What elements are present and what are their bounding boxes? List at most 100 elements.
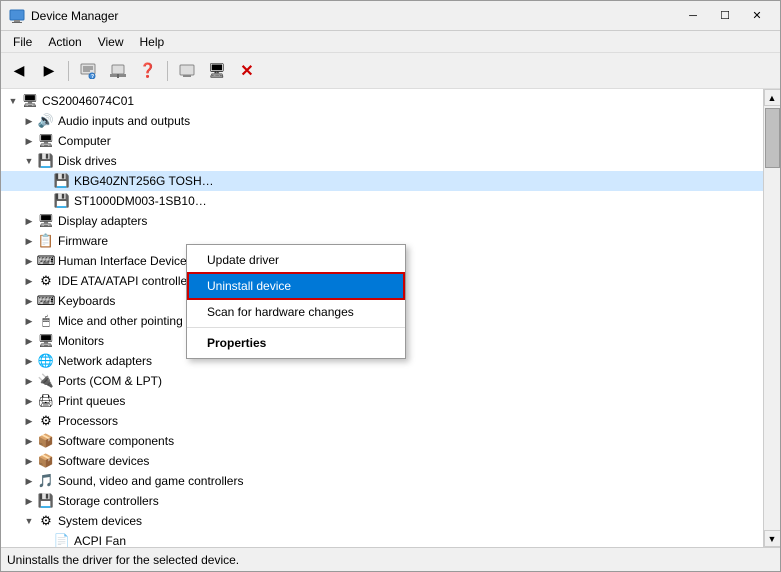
toolbar-sep-2 — [167, 61, 168, 81]
expand-softdev[interactable]: ▶ — [21, 453, 37, 469]
root-icon: 🖥 — [21, 92, 39, 110]
title-bar: Device Manager ─ ☐ ✕ — [1, 1, 780, 31]
tree-item-display[interactable]: ▶ 🖥 Display adapters — [1, 211, 763, 231]
toolbar-scan[interactable] — [173, 57, 201, 85]
tree-item-storage[interactable]: ▶ 💾 Storage controllers — [1, 491, 763, 511]
minimize-button[interactable]: ─ — [678, 6, 708, 26]
expand-mice[interactable]: ▶ — [21, 313, 37, 329]
expand-ide[interactable]: ▶ — [21, 273, 37, 289]
scroll-up[interactable]: ▲ — [764, 89, 781, 106]
display-label: Display adapters — [58, 214, 147, 228]
toolbar-forward[interactable]: ▶ — [35, 57, 63, 85]
context-menu: Update driver Uninstall device Scan for … — [186, 244, 406, 359]
expand-system[interactable]: ▼ — [21, 513, 37, 529]
softdev-icon: 📦 — [37, 452, 55, 470]
audio-icon: 🔊 — [37, 112, 55, 130]
network-icon: 🌐 — [37, 352, 55, 370]
maximize-button[interactable]: ☐ — [710, 6, 740, 26]
tree-item-softdev[interactable]: ▶ 📦 Software devices — [1, 451, 763, 471]
scroll-thumb[interactable] — [765, 108, 780, 168]
toolbar-device[interactable]: 🖥 — [203, 57, 231, 85]
root-label: CS20046074C01 — [42, 94, 134, 108]
tree-item-disk2[interactable]: ▶ 💾 ST1000DM003-1SB10… — [1, 191, 763, 211]
expand-computer[interactable]: ▶ — [21, 133, 37, 149]
tree-item-proc[interactable]: ▶ ⚙ Processors — [1, 411, 763, 431]
system-label: System devices — [58, 514, 142, 528]
expand-print[interactable]: ▶ — [21, 393, 37, 409]
ctx-scan[interactable]: Scan for hardware changes — [187, 300, 405, 324]
monitors-icon: 🖥 — [37, 332, 55, 350]
expand-root[interactable]: ▼ — [5, 93, 21, 109]
expand-storage[interactable]: ▶ — [21, 493, 37, 509]
softdev-label: Software devices — [58, 454, 149, 468]
toolbar-back[interactable]: ◀ — [5, 57, 33, 85]
tree-item-sound[interactable]: ▶ 🎵 Sound, video and game controllers — [1, 471, 763, 491]
disk-label: Disk drives — [58, 154, 117, 168]
tree-item-disk1[interactable]: ▶ 💾 KBG40ZNT256G TOSH… — [1, 171, 763, 191]
window-title: Device Manager — [31, 9, 678, 23]
expand-hid[interactable]: ▶ — [21, 253, 37, 269]
tree-item-computer[interactable]: ▶ 🖥 Computer — [1, 131, 763, 151]
monitors-label: Monitors — [58, 334, 104, 348]
keyboard-label: Keyboards — [58, 294, 115, 308]
expand-firmware[interactable]: ▶ — [21, 233, 37, 249]
softcomp-icon: 📦 — [37, 432, 55, 450]
acpi1-label: ACPI Fan — [74, 534, 126, 547]
menu-help[interactable]: Help — [132, 33, 173, 51]
proc-icon: ⚙ — [37, 412, 55, 430]
expand-ports[interactable]: ▶ — [21, 373, 37, 389]
scroll-down[interactable]: ▼ — [764, 530, 781, 547]
toolbar-properties[interactable]: ? — [74, 57, 102, 85]
tree-item-system[interactable]: ▼ ⚙ System devices — [1, 511, 763, 531]
expand-network[interactable]: ▶ — [21, 353, 37, 369]
expand-acpi1: ▶ — [37, 533, 53, 547]
ctx-update[interactable]: Update driver — [187, 248, 405, 272]
sound-label: Sound, video and game controllers — [58, 474, 243, 488]
menu-action[interactable]: Action — [40, 33, 89, 51]
toolbar-update[interactable] — [104, 57, 132, 85]
toolbar-delete[interactable]: ✕ — [233, 57, 261, 85]
network-label: Network adapters — [58, 354, 152, 368]
expand-audio[interactable]: ▶ — [21, 113, 37, 129]
tree-item-print[interactable]: ▶ 🖨 Print queues — [1, 391, 763, 411]
expand-sound[interactable]: ▶ — [21, 473, 37, 489]
keyboard-icon: ⌨ — [37, 292, 55, 310]
expand-disk[interactable]: ▼ — [21, 153, 37, 169]
ports-icon: 🔌 — [37, 372, 55, 390]
toolbar-help[interactable]: ❓ — [134, 57, 162, 85]
close-button[interactable]: ✕ — [742, 6, 772, 26]
disk2-icon: 💾 — [53, 192, 71, 210]
main-area: ▼ 🖥 CS20046074C01 ▶ 🔊 Audio inputs and o… — [1, 89, 780, 547]
tree-item-acpi1[interactable]: ▶ 📄 ACPI Fan — [1, 531, 763, 547]
expand-proc[interactable]: ▶ — [21, 413, 37, 429]
proc-label: Processors — [58, 414, 118, 428]
ctx-properties[interactable]: Properties — [187, 331, 405, 355]
tree-item-audio[interactable]: ▶ 🔊 Audio inputs and outputs — [1, 111, 763, 131]
print-label: Print queues — [58, 394, 125, 408]
expand-disk2: ▶ — [37, 193, 53, 209]
print-icon: 🖨 — [37, 392, 55, 410]
status-text: Uninstalls the driver for the selected d… — [7, 553, 239, 567]
firmware-icon: 📋 — [37, 232, 55, 250]
tree-item-disk[interactable]: ▼ 💾 Disk drives — [1, 151, 763, 171]
expand-softcomp[interactable]: ▶ — [21, 433, 37, 449]
storage-icon: 💾 — [37, 492, 55, 510]
ctx-uninstall[interactable]: Uninstall device — [187, 272, 405, 300]
hid-label: Human Interface Device — [58, 254, 187, 268]
display-icon: 🖥 — [37, 212, 55, 230]
menu-view[interactable]: View — [90, 33, 132, 51]
expand-display[interactable]: ▶ — [21, 213, 37, 229]
mice-icon: 🖱 — [37, 312, 55, 330]
expand-keyboard[interactable]: ▶ — [21, 293, 37, 309]
hid-icon: ⌨ — [37, 252, 55, 270]
computer-label: Computer — [58, 134, 111, 148]
storage-label: Storage controllers — [58, 494, 159, 508]
expand-disk1: ▶ — [37, 173, 53, 189]
expand-monitors[interactable]: ▶ — [21, 333, 37, 349]
toolbar-sep-1 — [68, 61, 69, 81]
tree-item-ports[interactable]: ▶ 🔌 Ports (COM & LPT) — [1, 371, 763, 391]
tree-root[interactable]: ▼ 🖥 CS20046074C01 — [1, 91, 763, 111]
menu-file[interactable]: File — [5, 33, 40, 51]
tree-item-softcomp[interactable]: ▶ 📦 Software components — [1, 431, 763, 451]
vertical-scrollbar[interactable]: ▲ ▼ — [763, 89, 780, 547]
